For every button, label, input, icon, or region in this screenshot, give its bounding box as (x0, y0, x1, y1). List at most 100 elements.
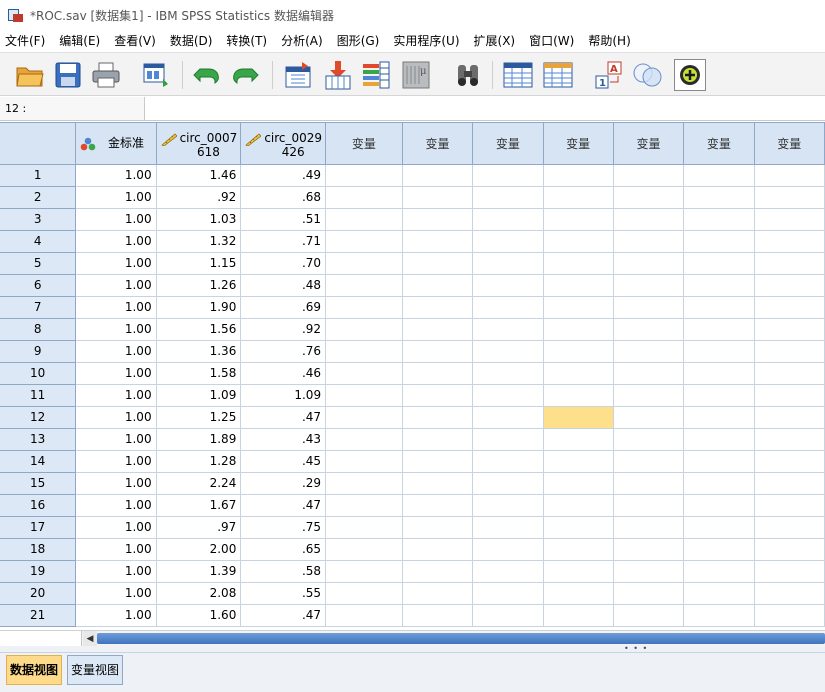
insert-cases-icon[interactable] (502, 59, 534, 91)
empty-variable-header[interactable]: 变量 (613, 123, 685, 165)
empty-cell[interactable] (325, 318, 403, 341)
data-cell[interactable]: 1.00 (75, 406, 157, 429)
empty-cell[interactable] (754, 604, 825, 627)
empty-cell[interactable] (543, 604, 614, 627)
row-number[interactable]: 13 (0, 428, 77, 451)
data-cell[interactable]: .48 (240, 274, 327, 297)
empty-cell[interactable] (543, 274, 614, 297)
print-icon[interactable] (90, 59, 122, 91)
data-cell[interactable]: 1.46 (156, 164, 242, 187)
data-cell[interactable]: 1.00 (75, 604, 157, 627)
menu-window[interactable]: 窗口(W) (524, 30, 579, 52)
empty-cell[interactable] (402, 494, 474, 517)
empty-cell[interactable] (754, 274, 825, 297)
empty-cell[interactable] (613, 516, 685, 539)
empty-cell[interactable] (472, 274, 544, 297)
empty-cell[interactable] (613, 494, 685, 517)
data-cell[interactable]: 1.25 (156, 406, 242, 429)
data-cell[interactable]: 1.39 (156, 560, 242, 583)
data-cell[interactable]: 1.03 (156, 208, 242, 231)
data-cell[interactable]: 1.09 (156, 384, 242, 407)
value-labels-icon[interactable]: A1 (594, 59, 626, 91)
menu-file[interactable]: 文件(F) (0, 30, 50, 52)
empty-cell[interactable] (543, 450, 614, 473)
empty-cell[interactable] (402, 604, 474, 627)
data-cell[interactable]: 1.00 (75, 582, 157, 605)
data-cell[interactable]: 1.00 (75, 340, 157, 363)
data-cell[interactable]: .43 (240, 428, 327, 451)
empty-cell[interactable] (402, 362, 474, 385)
goto-variable-icon[interactable] (322, 59, 354, 91)
menu-analyze[interactable]: 分析(A) (276, 30, 328, 52)
scroll-left-icon[interactable]: ◀ (83, 631, 97, 646)
data-cell[interactable]: 1.90 (156, 296, 242, 319)
empty-cell[interactable] (402, 406, 474, 429)
empty-cell[interactable] (472, 384, 544, 407)
menu-extensions[interactable]: 扩展(X) (469, 30, 521, 52)
empty-cell[interactable] (613, 318, 685, 341)
data-cell[interactable]: 1.60 (156, 604, 242, 627)
run-descriptives-icon[interactable]: μ (400, 59, 432, 91)
data-cell[interactable]: .46 (240, 362, 327, 385)
empty-cell[interactable] (325, 274, 403, 297)
insert-variable-icon[interactable] (542, 59, 574, 91)
empty-cell[interactable] (754, 208, 825, 231)
variable-header[interactable]: 金标准 (75, 123, 157, 165)
find-icon[interactable] (452, 59, 484, 91)
empty-cell[interactable] (325, 340, 403, 363)
data-cell[interactable]: 1.00 (75, 186, 157, 209)
empty-cell[interactable] (683, 208, 755, 231)
variables-icon[interactable] (360, 59, 392, 91)
empty-cell[interactable] (613, 582, 685, 605)
empty-cell[interactable] (754, 494, 825, 517)
empty-cell[interactable] (402, 230, 474, 253)
dialog-recall-icon[interactable] (140, 59, 172, 91)
empty-cell[interactable] (754, 318, 825, 341)
empty-cell[interactable] (543, 318, 614, 341)
empty-cell[interactable] (543, 362, 614, 385)
empty-cell[interactable] (683, 494, 755, 517)
empty-cell[interactable] (613, 428, 685, 451)
menu-utilities[interactable]: 实用程序(U) (388, 30, 464, 52)
data-cell[interactable]: .68 (240, 186, 327, 209)
row-number[interactable]: 19 (0, 560, 77, 583)
empty-cell[interactable] (402, 164, 474, 187)
empty-cell[interactable] (613, 230, 685, 253)
save-icon[interactable] (52, 59, 84, 91)
data-cell[interactable]: .58 (240, 560, 327, 583)
empty-cell[interactable] (683, 582, 755, 605)
empty-cell[interactable] (325, 428, 403, 451)
row-number[interactable]: 6 (0, 274, 77, 297)
empty-cell[interactable] (402, 560, 474, 583)
empty-cell[interactable] (543, 340, 614, 363)
empty-cell[interactable] (543, 428, 614, 451)
empty-cell[interactable] (683, 186, 755, 209)
data-cell[interactable]: 1.00 (75, 296, 157, 319)
empty-variable-header[interactable]: 变量 (543, 123, 614, 165)
empty-cell[interactable] (754, 230, 825, 253)
empty-cell[interactable] (683, 516, 755, 539)
empty-cell[interactable] (683, 230, 755, 253)
data-cell[interactable]: 2.24 (156, 472, 242, 495)
data-cell[interactable]: 1.89 (156, 428, 242, 451)
open-folder-icon[interactable] (14, 59, 46, 91)
empty-cell[interactable] (543, 560, 614, 583)
data-cell[interactable]: 1.00 (75, 318, 157, 341)
empty-cell[interactable] (402, 274, 474, 297)
menu-help[interactable]: 帮助(H) (583, 30, 635, 52)
empty-cell[interactable] (754, 450, 825, 473)
data-cell[interactable]: 2.08 (156, 582, 242, 605)
empty-cell[interactable] (402, 516, 474, 539)
empty-cell[interactable] (325, 582, 403, 605)
empty-cell[interactable] (325, 450, 403, 473)
empty-cell[interactable] (472, 252, 544, 275)
empty-cell[interactable] (754, 340, 825, 363)
empty-cell[interactable] (472, 560, 544, 583)
empty-cell[interactable] (754, 384, 825, 407)
menu-data[interactable]: 数据(D) (165, 30, 218, 52)
empty-variable-header[interactable]: 变量 (402, 123, 474, 165)
data-cell[interactable]: .92 (240, 318, 327, 341)
empty-cell[interactable] (325, 560, 403, 583)
empty-cell[interactable] (613, 274, 685, 297)
empty-cell[interactable] (543, 384, 614, 407)
